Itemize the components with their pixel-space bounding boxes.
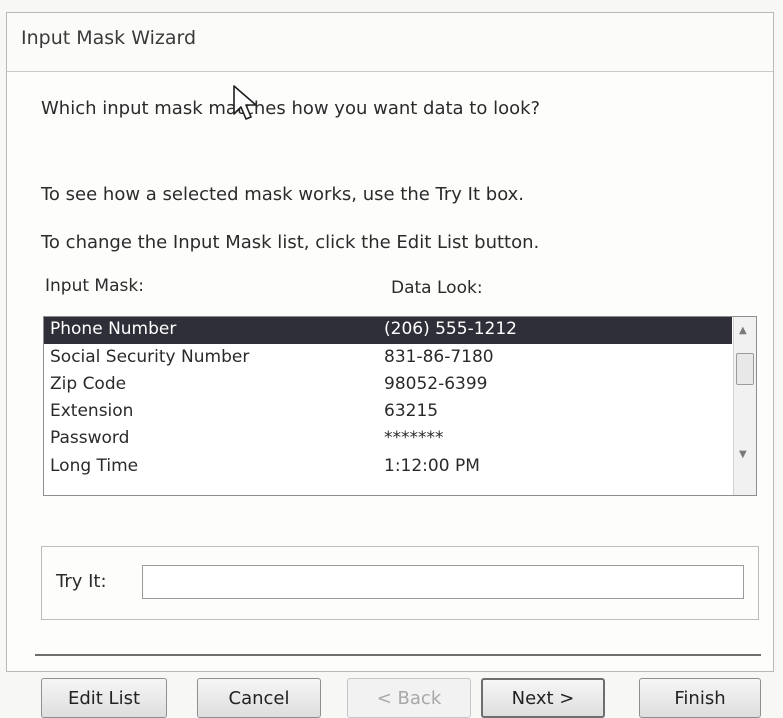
mask-name: Phone Number bbox=[50, 319, 177, 339]
mask-name: Social Security Number bbox=[50, 347, 250, 367]
mask-name: Zip Code bbox=[50, 374, 127, 394]
data-look-value: ******* bbox=[384, 428, 444, 448]
try-it-hint: To see how a selected mask works, use th… bbox=[41, 184, 525, 205]
next-button[interactable]: Next > bbox=[481, 678, 605, 718]
input-mask-column-header: Input Mask: bbox=[45, 276, 144, 296]
back-button[interactable]: < Back bbox=[347, 678, 471, 718]
try-it-input[interactable] bbox=[142, 565, 744, 599]
edit-list-button[interactable]: Edit List bbox=[41, 678, 167, 718]
window-title: Input Mask Wizard bbox=[21, 27, 197, 49]
data-look-value: 831-86-7180 bbox=[384, 347, 494, 367]
button-separator bbox=[35, 654, 761, 656]
list-item[interactable]: Long Time 1:12:00 PM bbox=[44, 454, 732, 481]
list-item[interactable]: Extension 63215 bbox=[44, 399, 732, 426]
data-look-value: 63215 bbox=[384, 401, 439, 421]
list-item[interactable]: Phone Number (206) 555-1212 bbox=[44, 317, 732, 344]
mask-name: Password bbox=[50, 428, 130, 448]
cancel-button[interactable]: Cancel bbox=[197, 678, 321, 718]
scroll-down-arrow-icon[interactable]: ▼ bbox=[739, 449, 747, 460]
data-look-value: 1:12:00 PM bbox=[384, 456, 480, 476]
mask-name: Long Time bbox=[50, 456, 139, 476]
edit-list-hint: To change the Input Mask list, click the… bbox=[41, 232, 540, 253]
input-mask-list[interactable]: Phone Number (206) 555-1212 Social Secur… bbox=[43, 316, 757, 496]
data-look-column-header: Data Look: bbox=[391, 278, 483, 298]
list-item[interactable]: Password ******* bbox=[44, 426, 732, 453]
data-look-value: (206) 555-1212 bbox=[384, 319, 517, 339]
mouse-pointer-icon bbox=[233, 85, 257, 120]
question-text: Which input mask matches how you want da… bbox=[41, 98, 541, 119]
try-it-group: Try It: bbox=[41, 546, 759, 620]
mask-name: Extension bbox=[50, 401, 134, 421]
wizard-content: Which input mask matches how you want da… bbox=[7, 71, 773, 718]
scrollbar-thumb[interactable] bbox=[736, 353, 754, 385]
finish-button[interactable]: Finish bbox=[639, 678, 761, 718]
list-scrollbar[interactable]: ▲ ▼ bbox=[733, 317, 756, 495]
list-item[interactable]: Social Security Number 831-86-7180 bbox=[44, 345, 732, 372]
input-mask-wizard-dialog: Input Mask Wizard Which input mask match… bbox=[6, 12, 774, 718]
list-item[interactable]: Zip Code 98052-6399 bbox=[44, 372, 732, 399]
scroll-up-arrow-icon[interactable]: ▲ bbox=[739, 325, 747, 336]
data-look-value: 98052-6399 bbox=[384, 374, 488, 394]
try-it-label: Try It: bbox=[56, 571, 107, 592]
